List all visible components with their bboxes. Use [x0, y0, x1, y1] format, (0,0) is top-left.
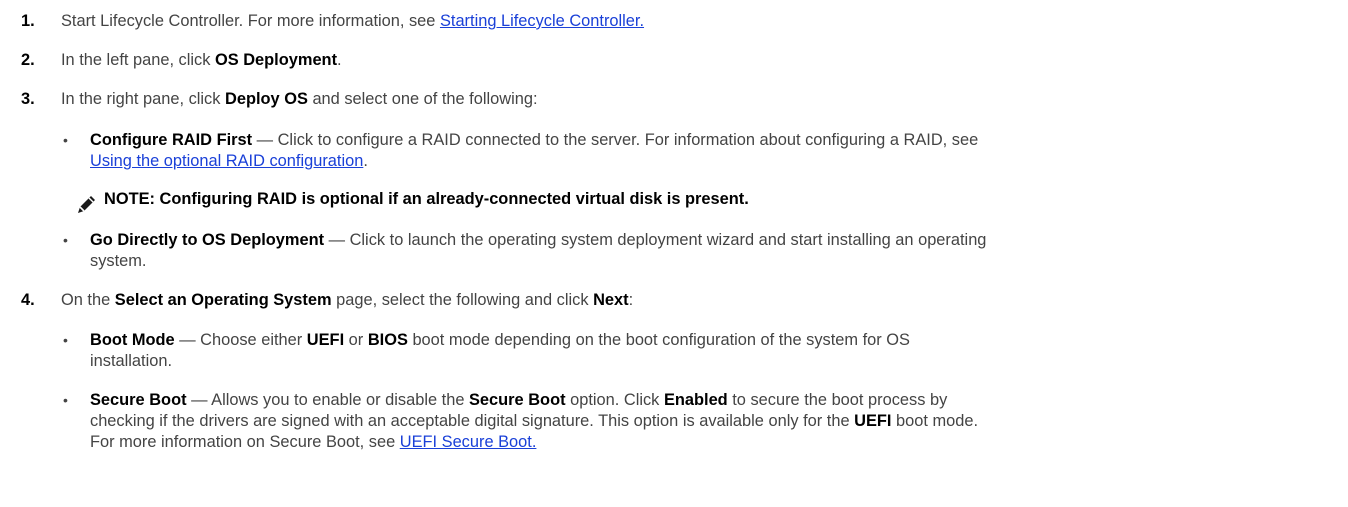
optional-raid-configuration-link[interactable]: Using the optional RAID configuration: [90, 152, 363, 170]
bullet-text: — Allows you to enable or disable the: [186, 391, 469, 409]
step-number: 2.: [21, 51, 35, 69]
document-page: 1. Start Lifecycle Controller. For more …: [0, 0, 1348, 507]
bullet-text: to secure the boot process by: [727, 391, 948, 409]
secure-boot-line1: Secure Boot — Allows you to enable or di…: [90, 390, 947, 410]
go-directly-label: Go Directly to OS Deployment: [90, 231, 325, 249]
step-text-end: :: [628, 291, 634, 309]
raid-bullet-line1: Configure RAID First — Click to configur…: [90, 130, 978, 150]
bullet-text: option. Click: [565, 391, 664, 409]
secure-boot-option-label: Secure Boot: [469, 391, 566, 409]
step-text: Start Lifecycle Controller. For more inf…: [61, 12, 440, 30]
step-number: 3.: [21, 90, 35, 108]
uefi-label: UEFI: [854, 412, 892, 430]
os-deployment-label: OS Deployment: [214, 51, 338, 69]
next-label: Next: [593, 291, 629, 309]
secure-boot-line2: checking if the drivers are signed with …: [90, 411, 978, 431]
direct-bullet-line2: system.: [90, 252, 147, 270]
pencil-note-icon: [78, 196, 95, 213]
step-1-text: Start Lifecycle Controller. For more inf…: [61, 11, 644, 31]
bullet-marker: •: [63, 132, 68, 148]
bullet-text-end: .: [363, 152, 368, 170]
configure-raid-first-label: Configure RAID First: [90, 131, 253, 149]
step-text-end: and select one of the following:: [307, 90, 538, 108]
bullet-text: or: [344, 331, 368, 349]
step-4-text: On the Select an Operating System page, …: [61, 290, 633, 310]
deploy-os-label: Deploy OS: [225, 90, 308, 108]
step-text: On the: [61, 291, 115, 309]
bullet-text: — Click to launch the operating system d…: [324, 231, 987, 249]
step-text: In the left pane, click: [61, 51, 215, 69]
boot-mode-line2: installation.: [90, 352, 173, 370]
secure-boot-line3: For more information on Secure Boot, see…: [90, 432, 536, 452]
step-3-text: In the right pane, click Deploy OS and s…: [61, 89, 538, 109]
bullet-marker: •: [63, 332, 68, 348]
boot-mode-line1: Boot Mode — Choose either UEFI or BIOS b…: [90, 330, 910, 350]
bullet-text: For more information on Secure Boot, see: [90, 433, 400, 451]
step-text-mid: page, select the following and click: [331, 291, 594, 309]
step-number: 1.: [21, 12, 35, 30]
uefi-label: UEFI: [306, 331, 345, 349]
bullet-text: checking if the drivers are signed with …: [90, 412, 855, 430]
bullet-text: — Click to configure a RAID connected to…: [252, 131, 979, 149]
step-text: In the right pane, click: [61, 90, 225, 108]
select-os-page-label: Select an Operating System: [114, 291, 332, 309]
step-text-end: .: [337, 51, 342, 69]
bullet-marker: •: [63, 392, 68, 408]
raid-optional-note: NOTE: Configuring RAID is optional if an…: [104, 190, 749, 208]
bullet-text: boot mode depending on the boot configur…: [407, 331, 910, 349]
secure-boot-title: Secure Boot: [90, 391, 187, 409]
direct-bullet-line1: Go Directly to OS Deployment — Click to …: [90, 230, 986, 250]
starting-lifecycle-controller-link[interactable]: Starting Lifecycle Controller.: [440, 12, 644, 30]
uefi-secure-boot-link[interactable]: UEFI Secure Boot.: [400, 433, 537, 451]
raid-bullet-line2: Using the optional RAID configuration.: [90, 151, 368, 171]
step-2-text: In the left pane, click OS Deployment.: [61, 50, 342, 70]
bios-label: BIOS: [367, 331, 408, 349]
bullet-text: boot mode.: [891, 412, 979, 430]
bullet-marker: •: [63, 232, 68, 248]
bullet-text: — Choose either: [174, 331, 307, 349]
step-number: 4.: [21, 291, 35, 309]
enabled-label: Enabled: [663, 391, 728, 409]
boot-mode-label: Boot Mode: [90, 331, 175, 349]
